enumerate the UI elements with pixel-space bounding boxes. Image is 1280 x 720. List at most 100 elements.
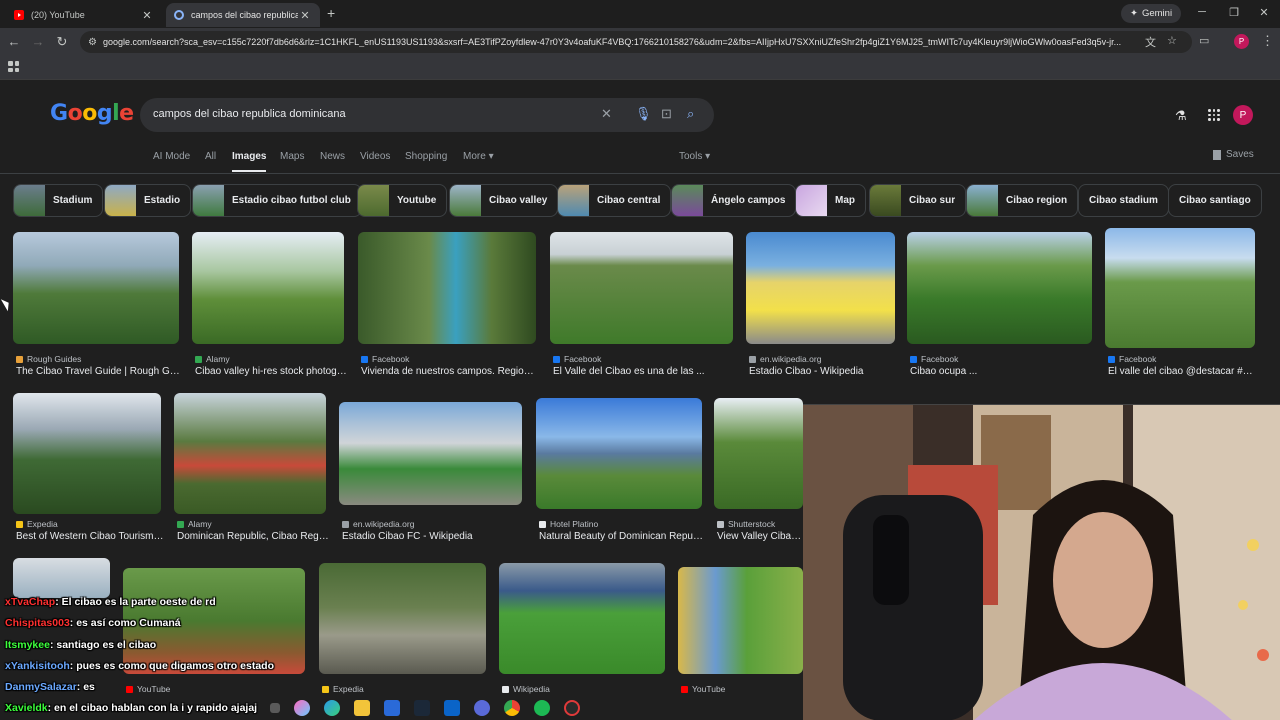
result-source[interactable]: Facebook: [1108, 354, 1156, 364]
result-image[interactable]: [13, 558, 110, 598]
chip-cibao-stadium[interactable]: Cibao stadium: [1078, 184, 1169, 217]
close-tab-icon[interactable]: ✕: [140, 9, 154, 22]
chrome-icon[interactable]: [504, 700, 520, 716]
new-tab-button[interactable]: +: [327, 5, 335, 21]
result-source[interactable]: en.wikipedia.org: [749, 354, 821, 364]
result-source[interactable]: Shutterstock: [717, 519, 775, 529]
result-caption[interactable]: Estadio Cibao - Wikipedia: [749, 366, 898, 377]
chip-cibao-central[interactable]: Cibao central: [557, 184, 672, 217]
close-window-icon[interactable]: ✕: [1256, 6, 1272, 19]
chip-cibao-region[interactable]: Cibao region: [966, 184, 1079, 217]
tab-shopping[interactable]: Shopping: [405, 151, 447, 162]
close-tab-icon[interactable]: ✕: [298, 9, 312, 22]
result-source[interactable]: Expedia: [16, 519, 58, 529]
bookmark-star-icon[interactable]: ☆: [1167, 34, 1177, 47]
tab-ai-mode[interactable]: AI Mode: [153, 151, 190, 162]
result-caption[interactable]: View Valley Cibao Sa...: [717, 531, 803, 542]
result-source[interactable]: YouTube: [681, 684, 725, 694]
result-source[interactable]: Facebook: [553, 354, 601, 364]
labs-flask-icon[interactable]: ⚗: [1175, 108, 1187, 124]
result-caption[interactable]: Best of Western Cibao Tourism ...: [16, 531, 164, 542]
translate-icon[interactable]: 文: [1145, 34, 1156, 50]
menu-kebab-icon[interactable]: ⋮: [1261, 33, 1274, 49]
result-image[interactable]: [13, 232, 179, 344]
result-source[interactable]: Facebook: [910, 354, 958, 364]
address-bar[interactable]: ⚙ google.com/search?sca_esv=c155c7220f7d…: [80, 31, 1192, 53]
saves-button[interactable]: Saves: [1213, 149, 1254, 160]
result-source[interactable]: en.wikipedia.org: [342, 519, 414, 529]
result-image[interactable]: [1105, 228, 1255, 348]
search-icon[interactable]: ⌕: [687, 106, 694, 122]
google-logo[interactable]: Google: [50, 101, 134, 126]
result-image[interactable]: [550, 232, 733, 344]
spotify-icon[interactable]: [534, 700, 550, 716]
forward-icon[interactable]: →: [30, 34, 46, 49]
tab-all[interactable]: All: [205, 151, 216, 162]
task-view-icon[interactable]: [270, 703, 280, 713]
site-info-icon[interactable]: ⚙: [88, 37, 97, 48]
result-image[interactable]: [192, 232, 344, 344]
chip-cibao-sur[interactable]: Cibao sur: [869, 184, 967, 217]
chip-cibao-santiago[interactable]: Cibao santiago: [1168, 184, 1262, 217]
reload-icon[interactable]: ↻: [54, 34, 70, 50]
result-image[interactable]: [499, 563, 665, 674]
minimize-icon[interactable]: ─: [1194, 6, 1210, 18]
chip-stadium[interactable]: Stadium: [13, 184, 104, 217]
result-image[interactable]: [907, 232, 1092, 344]
outlook-icon[interactable]: [444, 700, 460, 716]
side-panel-icon[interactable]: ▭: [1199, 34, 1209, 47]
search-input[interactable]: campos del cibao republica dominicana: [153, 108, 346, 120]
apps-grid-icon[interactable]: [8, 61, 19, 72]
result-source[interactable]: Alamy: [195, 354, 230, 364]
edge-icon[interactable]: [324, 700, 340, 716]
tab-news[interactable]: News: [320, 151, 345, 162]
chip-estadio[interactable]: Estadio: [104, 184, 192, 217]
file-explorer-icon[interactable]: [354, 700, 370, 716]
result-source[interactable]: Hotel Platino: [539, 519, 598, 529]
account-avatar[interactable]: P: [1233, 105, 1253, 125]
result-caption[interactable]: Cibao ocupa ...: [910, 366, 1095, 377]
result-image[interactable]: [174, 393, 326, 514]
chip-estadio-cibao-futbol-club[interactable]: Estadio cibao futbol club: [192, 184, 362, 217]
result-caption[interactable]: El valle del cibao @destacar #m...: [1108, 366, 1258, 377]
tab-maps[interactable]: Maps: [280, 151, 304, 162]
result-caption[interactable]: Cibao valley hi-res stock photogr...: [195, 366, 347, 377]
result-image[interactable]: [746, 232, 895, 344]
chip-map[interactable]: Map: [795, 184, 866, 217]
tab-google-search[interactable]: campos del cibao republica dom ✕: [166, 3, 320, 27]
restore-icon[interactable]: ❐: [1226, 6, 1242, 19]
microphone-icon[interactable]: 🎙: [635, 106, 652, 122]
result-image[interactable]: [13, 393, 161, 514]
chip-cibao-valley[interactable]: Cibao valley: [449, 184, 559, 217]
result-caption[interactable]: Dominican Republic, Cibao Regi...: [177, 531, 329, 542]
search-box[interactable]: campos del cibao republica dominicana ✕ …: [140, 98, 714, 132]
store-icon[interactable]: [384, 700, 400, 716]
gemini-button[interactable]: ✦ Gemini: [1121, 4, 1182, 23]
obs-icon[interactable]: [564, 700, 580, 716]
tab-videos[interactable]: Videos: [360, 151, 390, 162]
result-source[interactable]: Facebook: [361, 354, 409, 364]
browser-profile-avatar[interactable]: P: [1234, 34, 1249, 49]
result-caption[interactable]: The Cibao Travel Guide | Rough Gui...: [16, 366, 182, 377]
result-source[interactable]: Wikipedia: [502, 684, 550, 694]
result-source[interactable]: Alamy: [177, 519, 212, 529]
chip-angelo-campos[interactable]: Ángelo campos: [671, 184, 797, 217]
chip-youtube[interactable]: Youtube: [357, 184, 448, 217]
discord-icon[interactable]: [474, 700, 490, 716]
result-image[interactable]: [678, 567, 803, 674]
result-caption[interactable]: El Valle del Cibao es una de las ...: [553, 366, 736, 377]
result-image[interactable]: [714, 398, 803, 509]
steam-icon[interactable]: [414, 700, 430, 716]
clear-icon[interactable]: ✕: [601, 106, 612, 122]
result-image[interactable]: [339, 402, 522, 505]
copilot-icon[interactable]: [294, 700, 310, 716]
lens-icon[interactable]: ⊡: [661, 106, 672, 122]
back-icon[interactable]: ←: [6, 34, 22, 49]
result-caption[interactable]: Vivienda de nuestros campos. Region ...: [361, 366, 539, 377]
google-apps-icon[interactable]: [1208, 109, 1220, 121]
tab-more[interactable]: More ▾: [463, 151, 494, 162]
result-image[interactable]: [358, 232, 536, 344]
result-caption[interactable]: Natural Beauty of Dominican Republ...: [539, 531, 705, 542]
tools-button[interactable]: Tools ▾: [679, 151, 710, 162]
result-caption[interactable]: Estadio Cibao FC - Wikipedia: [342, 531, 525, 542]
